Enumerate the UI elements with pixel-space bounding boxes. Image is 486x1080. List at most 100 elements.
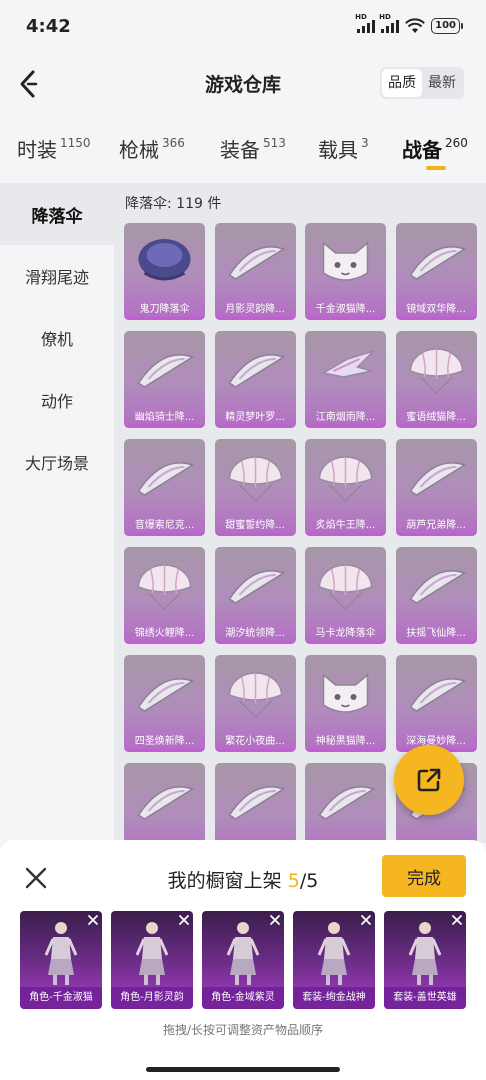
showcase-slot[interactable]: 套装-盖世英雄: [384, 911, 466, 1009]
item-card[interactable]: 千金淑猫降...: [305, 223, 386, 320]
glider-icon: [318, 786, 376, 820]
item-card[interactable]: 江南烟雨降...: [305, 331, 386, 428]
item-name: 葫芦兄弟降...: [406, 520, 466, 531]
rarity-bar: [395, 317, 477, 320]
item-card[interactable]: 鬼刀降落伞: [124, 223, 205, 320]
item-name: 月影灵韵降...: [225, 304, 285, 315]
item-card[interactable]: 炙焰牛王降...: [305, 439, 386, 536]
signal-icon: HD: [355, 13, 376, 33]
item-count: 降落伞: 119 件: [125, 196, 222, 212]
remove-icon[interactable]: [268, 913, 282, 927]
item-name: 蜜语绒猫降...: [406, 412, 466, 423]
item-card[interactable]: 月影灵韵降...: [214, 223, 296, 320]
sort-option-latest[interactable]: 最新: [422, 69, 462, 97]
item-name: 潮汐统领降...: [225, 628, 285, 639]
slot-caption: 角色-金域紫灵: [202, 987, 284, 1009]
active-tab-indicator: [426, 166, 446, 170]
remove-icon[interactable]: [86, 913, 100, 927]
glider-icon: [227, 354, 285, 388]
showcase-slot[interactable]: 套装-绚金战神: [293, 911, 375, 1009]
wifi-icon: [405, 18, 426, 33]
item-card[interactable]: [124, 763, 205, 843]
glider-icon: [227, 786, 285, 820]
tab-label: 战备: [402, 138, 442, 162]
showcase-slots: 角色-千金淑猫 角色-月影灵韵 角色-金域紫灵 套装-绚金战神 套装-盖世英雄: [20, 911, 466, 1011]
status-bar: 4:42 HD HD 100: [0, 0, 486, 56]
tab-weapons[interactable]: 枪械 366: [119, 134, 185, 163]
showcase-title-text: 我的橱窗上架: [167, 870, 282, 892]
item-card[interactable]: [305, 763, 386, 843]
tab-fashion[interactable]: 时装 1150: [17, 134, 91, 163]
slot-caption: 角色-月影灵韵: [111, 987, 193, 1009]
tab-label: 时装: [17, 138, 57, 162]
tab-label: 载具: [318, 138, 358, 162]
item-card[interactable]: 蜜语绒猫降...: [395, 331, 477, 428]
item-card[interactable]: 葫芦兄弟降...: [395, 439, 477, 536]
sidebar-item-glide-trail[interactable]: 滑翔尾迹: [0, 245, 114, 307]
done-button[interactable]: 完成: [382, 855, 466, 897]
item-card[interactable]: 镜域双华降...: [395, 223, 477, 320]
sidebar-item-lobby-scene[interactable]: 大厅场景: [0, 431, 114, 493]
sidebar: 降落伞 滑翔尾迹 僚机 动作 大厅场景: [0, 183, 114, 843]
rarity-bar: [395, 533, 477, 536]
item-name: 甜蜜誓约降...: [225, 520, 285, 531]
tab-battle-gear[interactable]: 战备 260: [402, 134, 468, 163]
item-name: 繁花小夜曲...: [225, 736, 285, 747]
share-button[interactable]: [394, 745, 464, 815]
showcase-total-count: /5: [299, 870, 319, 892]
sidebar-item-wingman[interactable]: 僚机: [0, 307, 114, 369]
item-card[interactable]: [214, 763, 296, 843]
rarity-bar: [305, 749, 386, 752]
rarity-bar: [305, 533, 386, 536]
item-card[interactable]: 扶摇飞仙降...: [395, 547, 477, 644]
showcase-slot[interactable]: 角色-月影灵韵: [111, 911, 193, 1009]
item-card[interactable]: 神秘黑猫降...: [305, 655, 386, 752]
glider-icon: [137, 462, 195, 496]
item-card[interactable]: 马卡龙降落伞: [305, 547, 386, 644]
item-name: 锦绣火鲤降...: [134, 628, 195, 639]
rarity-bar: [124, 749, 205, 752]
sidebar-item-emote[interactable]: 动作: [0, 369, 114, 431]
item-card[interactable]: 潮汐统领降...: [214, 547, 296, 644]
network-tag: HD: [379, 13, 391, 21]
showcase-current-count: 5: [287, 870, 300, 892]
cat-parachute-icon: [322, 673, 369, 713]
character-figure-icon: [408, 922, 442, 985]
item-name: 镜域双华降...: [406, 304, 466, 315]
tab-count: 513: [263, 136, 286, 150]
glider-icon: [227, 246, 285, 280]
tab-equipment[interactable]: 装备 513: [220, 134, 286, 163]
remove-icon[interactable]: [359, 913, 373, 927]
remove-icon[interactable]: [177, 913, 191, 927]
sort-toggle[interactable]: 品质 最新: [380, 67, 464, 99]
rarity-bar: [395, 425, 477, 428]
rarity-bar: [214, 533, 296, 536]
network-tag: HD: [355, 13, 367, 21]
character-figure-icon: [317, 922, 351, 985]
item-card[interactable]: 精灵梦叶罗...: [214, 331, 296, 428]
sidebar-item-parachute[interactable]: 降落伞: [0, 183, 114, 245]
tab-vehicles[interactable]: 载具 3: [318, 134, 369, 163]
item-card[interactable]: 音爆索尼克...: [124, 439, 205, 536]
rarity-bar: [124, 641, 205, 644]
sort-option-quality[interactable]: 品质: [382, 69, 422, 97]
rarity-bar: [305, 425, 386, 428]
item-name: 炙焰牛王降...: [315, 520, 376, 531]
cat-parachute-icon: [322, 241, 369, 281]
item-card[interactable]: 锦绣火鲤降...: [124, 547, 205, 644]
item-card[interactable]: 深海曼妙降...: [395, 655, 477, 752]
status-time: 4:42: [26, 16, 71, 37]
glider-icon: [408, 570, 466, 604]
remove-icon[interactable]: [450, 913, 464, 927]
rarity-bar: [395, 641, 477, 644]
showcase-slot[interactable]: 角色-千金淑猫: [20, 911, 102, 1009]
item-card[interactable]: 四圣焕新降...: [124, 655, 205, 752]
tab-label: 装备: [220, 138, 260, 162]
home-indicator[interactable]: [146, 1067, 340, 1072]
reorder-hint: 拖拽/长按可调整资产物品顺序: [162, 1023, 324, 1037]
item-card[interactable]: 繁花小夜曲...: [214, 655, 296, 752]
item-card[interactable]: 幽焰骑士降...: [124, 331, 205, 428]
showcase-slot[interactable]: 角色-金域紫灵: [202, 911, 284, 1009]
item-card[interactable]: 甜蜜誓约降...: [214, 439, 296, 536]
rarity-bar: [214, 641, 296, 644]
